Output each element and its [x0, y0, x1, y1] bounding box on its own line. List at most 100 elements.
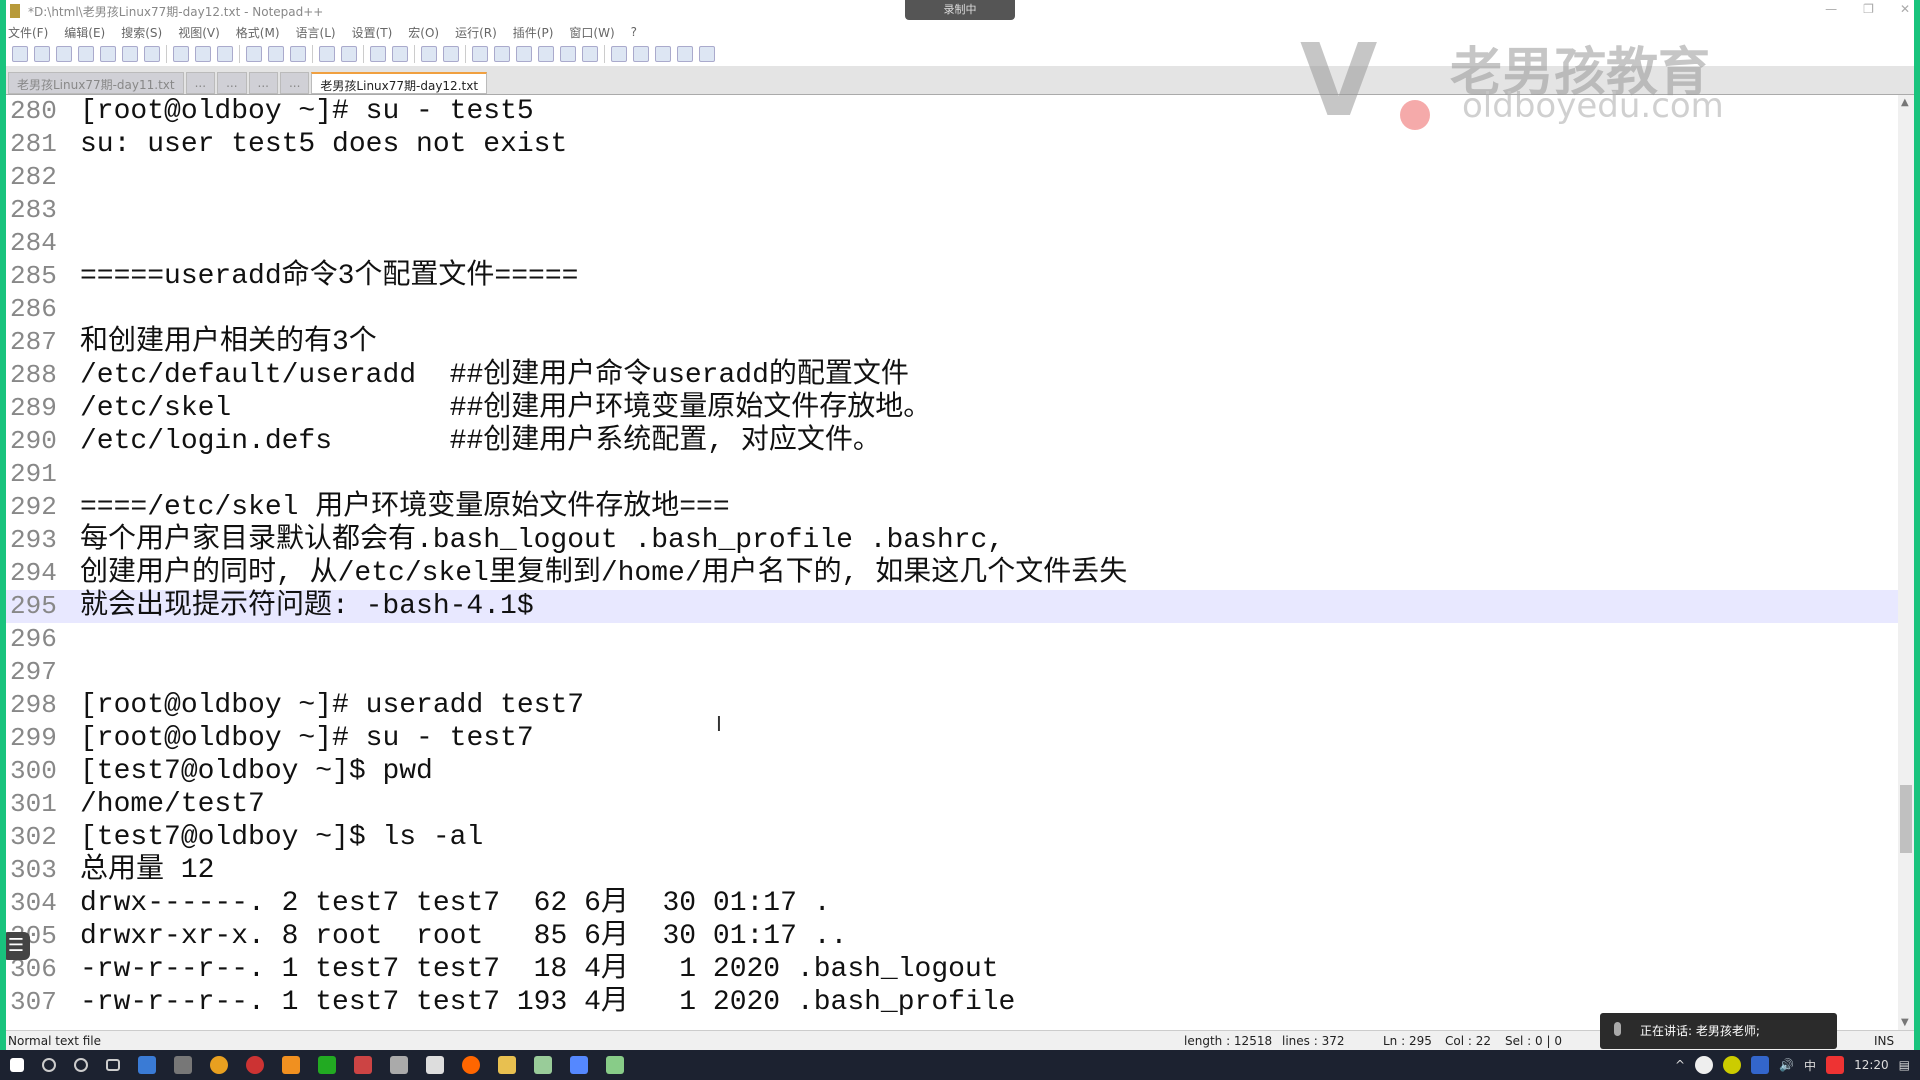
volume-icon[interactable]: 🔊 [1779, 1058, 1794, 1072]
scroll-down-icon[interactable]: ▼ [1901, 1017, 1909, 1028]
toolbar-button-icon[interactable] [173, 46, 189, 62]
toolbar-button-icon[interactable] [494, 46, 510, 62]
editor-line[interactable]: 305 drwxr-xr-x. 8 root root 85 6月 30 01:1… [6, 920, 1898, 953]
tab[interactable]: ... [279, 72, 310, 94]
toolbar-button-icon[interactable] [319, 46, 335, 62]
start-button-icon[interactable] [10, 1058, 24, 1072]
editor-line[interactable]: 292 ====/etc/skel 用户环境变量原始文件存放地=== [6, 491, 1898, 524]
wechat-icon[interactable] [318, 1056, 336, 1074]
app-icon[interactable] [246, 1056, 264, 1074]
toolbar-button-icon[interactable] [443, 46, 459, 62]
clock[interactable]: 12:20 [1854, 1058, 1889, 1072]
tray-chevron-icon[interactable]: ^ [1675, 1058, 1685, 1072]
tab[interactable]: 老男孩Linux77期-day11.txt [8, 72, 184, 94]
editor-line[interactable]: 306 -rw-r--r--. 1 test7 test7 18 4月 1 202… [6, 953, 1898, 986]
tab[interactable]: ... [185, 72, 216, 94]
toolbar-button-icon[interactable] [122, 46, 138, 62]
toolbar-button-icon[interactable] [472, 46, 488, 62]
editor-line[interactable]: 284 [6, 227, 1898, 260]
editor-line[interactable]: 291 [6, 458, 1898, 491]
toolbar-button-icon[interactable] [217, 46, 233, 62]
menu-item[interactable]: 宏(O) [408, 24, 439, 41]
toolbar-button-icon[interactable] [268, 46, 284, 62]
editor-line[interactable]: 280 [root@oldboy ~]# su - test5 [6, 95, 1898, 128]
toolbar-button-icon[interactable] [341, 46, 357, 62]
toolbar-button-icon[interactable] [34, 46, 50, 62]
text-editor[interactable]: 280 [root@oldboy ~]# su - test5 281 su: use… [6, 95, 1898, 1030]
editor-line[interactable]: 300 [test7@oldboy ~]$ pwd [6, 755, 1898, 788]
app-icon[interactable] [426, 1056, 444, 1074]
tray-app-icon[interactable] [1695, 1056, 1714, 1074]
menu-list-icon[interactable]: ☰ [2, 932, 30, 960]
tray-app-icon[interactable] [1751, 1056, 1770, 1074]
editor-line[interactable]: 298 [root@oldboy ~]# useradd test7 [6, 689, 1898, 722]
menu-item[interactable]: 编辑(E) [64, 24, 105, 41]
close-button[interactable]: ✕ [1900, 2, 1910, 16]
maximize-button[interactable]: ❐ [1863, 2, 1874, 16]
menu-item[interactable]: 格式(M) [236, 24, 280, 41]
menu-item[interactable]: ? [631, 25, 637, 39]
recording-indicator[interactable]: 录制中 [905, 0, 1015, 20]
file-explorer-icon[interactable] [498, 1056, 516, 1074]
toolbar-button-icon[interactable] [633, 46, 649, 62]
toolbar-button-icon[interactable] [677, 46, 693, 62]
menu-item[interactable]: 窗口(W) [569, 24, 614, 41]
notepad-plus-icon[interactable] [534, 1056, 552, 1074]
editor-line[interactable]: 287 和创建用户相关的有3个 [6, 326, 1898, 359]
toolbar-button-icon[interactable] [195, 46, 211, 62]
toolbar-button-icon[interactable] [421, 46, 437, 62]
app-icon[interactable] [354, 1056, 372, 1074]
toolbar-button-icon[interactable] [516, 46, 532, 62]
menu-item[interactable]: 文件(F) [8, 24, 48, 41]
notification-center-icon[interactable]: ▤ [1899, 1058, 1910, 1072]
toolbar-button-icon[interactable] [100, 46, 116, 62]
app-icon[interactable] [138, 1056, 156, 1074]
menu-item[interactable]: 语言(L) [296, 24, 336, 41]
editor-line[interactable]: 282 [6, 161, 1898, 194]
sogou-icon[interactable] [1826, 1056, 1845, 1074]
toolbar-button-icon[interactable] [611, 46, 627, 62]
chrome-icon[interactable] [210, 1056, 228, 1074]
menu-item[interactable]: 运行(R) [455, 24, 497, 41]
toolbar-button-icon[interactable] [56, 46, 72, 62]
search-icon[interactable] [42, 1058, 56, 1072]
editor-line[interactable]: 304 drwx------. 2 test7 test7 62 6月 30 01… [6, 887, 1898, 920]
vertical-scrollbar[interactable]: ▲ ▼ [1898, 95, 1914, 1030]
toolbar-button-icon[interactable] [370, 46, 386, 62]
editor-line[interactable]: 302 [test7@oldboy ~]$ ls -al [6, 821, 1898, 854]
task-view-icon[interactable] [106, 1059, 120, 1071]
scrollbar-thumb[interactable] [1900, 785, 1912, 853]
app-icon[interactable] [570, 1056, 588, 1074]
tab[interactable]: ... [217, 72, 247, 94]
menu-item[interactable]: 视图(V) [178, 24, 220, 41]
app-icon[interactable] [462, 1056, 480, 1074]
tab[interactable]: 老男孩Linux77期-day12.txt [311, 72, 488, 94]
app-icon[interactable] [390, 1056, 408, 1074]
toolbar-button-icon[interactable] [290, 46, 306, 62]
editor-line[interactable]: 295 就会出现提示符问题: -bash-4.1$ [6, 590, 1898, 623]
editor-line[interactable]: 286 [6, 293, 1898, 326]
editor-line[interactable]: 289/etc/skel ##创建用户环境变量原始文件存放地。 [6, 392, 1898, 425]
ime-indicator[interactable]: 中 [1804, 1057, 1816, 1074]
scroll-up-icon[interactable]: ▲ [1901, 97, 1909, 108]
toolbar-button-icon[interactable] [144, 46, 160, 62]
editor-line[interactable]: 283 [6, 194, 1898, 227]
toolbar-button-icon[interactable] [655, 46, 671, 62]
menu-item[interactable]: 搜索(S) [121, 24, 162, 41]
editor-line[interactable]: 296 [6, 623, 1898, 656]
editor-line[interactable]: 281 su: user test5 does not exist [6, 128, 1898, 161]
toolbar-button-icon[interactable] [538, 46, 554, 62]
menu-item[interactable]: 插件(P) [513, 24, 554, 41]
app-icon[interactable] [606, 1056, 624, 1074]
editor-line[interactable]: 301/home/test7 [6, 788, 1898, 821]
editor-line[interactable]: 293 每个用户家目录默认都会有.bash_logout .bash_profil… [6, 524, 1898, 557]
editor-line[interactable]: 285 =====useradd命令3个配置文件===== [6, 260, 1898, 293]
editor-line[interactable]: 288/etc/default/useradd ##创建用户命令useradd的… [6, 359, 1898, 392]
editor-line[interactable]: 290/etc/login.defs ##创建用户系统配置, 对应文件。 [6, 425, 1898, 458]
app-icon[interactable] [174, 1056, 192, 1074]
tab[interactable]: ... [248, 72, 278, 94]
toolbar-button-icon[interactable] [392, 46, 408, 62]
toolbar-button-icon[interactable] [699, 46, 715, 62]
editor-line[interactable]: 303 总用量 12 [6, 854, 1898, 887]
editor-line[interactable]: 294 创建用户的同时, 从/etc/skel里复制到/home/用户名下的, 如… [6, 557, 1898, 590]
